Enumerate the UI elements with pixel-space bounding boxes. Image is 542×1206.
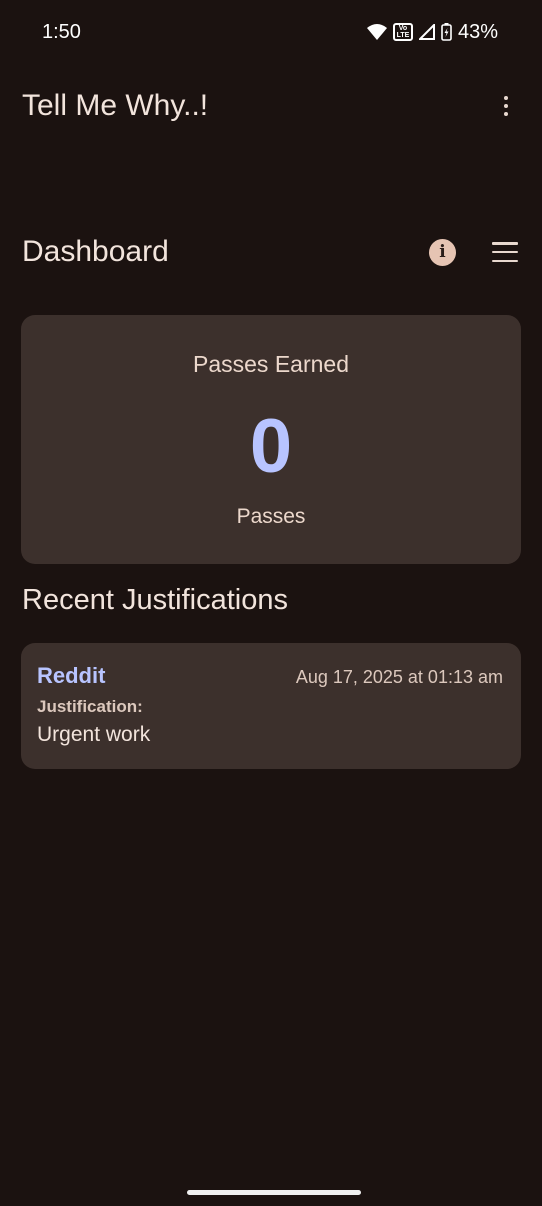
dashboard-title: Dashboard: [22, 235, 169, 268]
recent-justifications-title: Recent Justifications: [22, 584, 288, 616]
passes-count: 0: [249, 404, 293, 489]
justification-text: Urgent work: [37, 723, 151, 746]
info-icon[interactable]: i: [429, 238, 456, 266]
justification-label: Justification:: [37, 697, 143, 716]
justification-date: Aug 17, 2025 at 01:13 am: [295, 667, 503, 687]
volte-bottom-text: LTE: [396, 32, 410, 39]
justification-app-name: Reddit: [37, 663, 106, 688]
app-bar: Tell Me Why..!: [0, 76, 542, 136]
signal-icon: [418, 24, 435, 40]
hamburger-menu-icon[interactable]: [492, 242, 518, 262]
passes-unit-label: Passes: [236, 505, 306, 528]
passes-card: Passes Earned 0 Passes: [21, 315, 521, 564]
justification-header-row: Reddit Aug 17, 2025 at 01:13 am: [37, 663, 503, 689]
app-title: Tell Me Why..!: [22, 89, 209, 122]
battery-charging-icon: [441, 23, 452, 41]
wifi-icon: [366, 24, 387, 40]
battery-percent: 43%: [457, 20, 498, 43]
dashboard-header: Dashboard i: [0, 226, 542, 278]
status-icons: Vo LTE 43%: [366, 20, 498, 44]
status-time: 1:50: [42, 20, 81, 43]
home-indicator[interactable]: [187, 1190, 361, 1195]
status-bar: 1:50 Vo LTE 43%: [0, 0, 542, 64]
volte-top-text: Vo: [398, 25, 408, 32]
passes-earned-label: Passes Earned: [193, 351, 349, 377]
info-glyph: i: [439, 242, 446, 262]
header-actions: i: [429, 238, 518, 266]
justification-card[interactable]: Reddit Aug 17, 2025 at 01:13 am Justific…: [21, 643, 521, 769]
volte-icon: Vo LTE: [392, 23, 413, 41]
more-vert-icon[interactable]: [494, 86, 518, 126]
